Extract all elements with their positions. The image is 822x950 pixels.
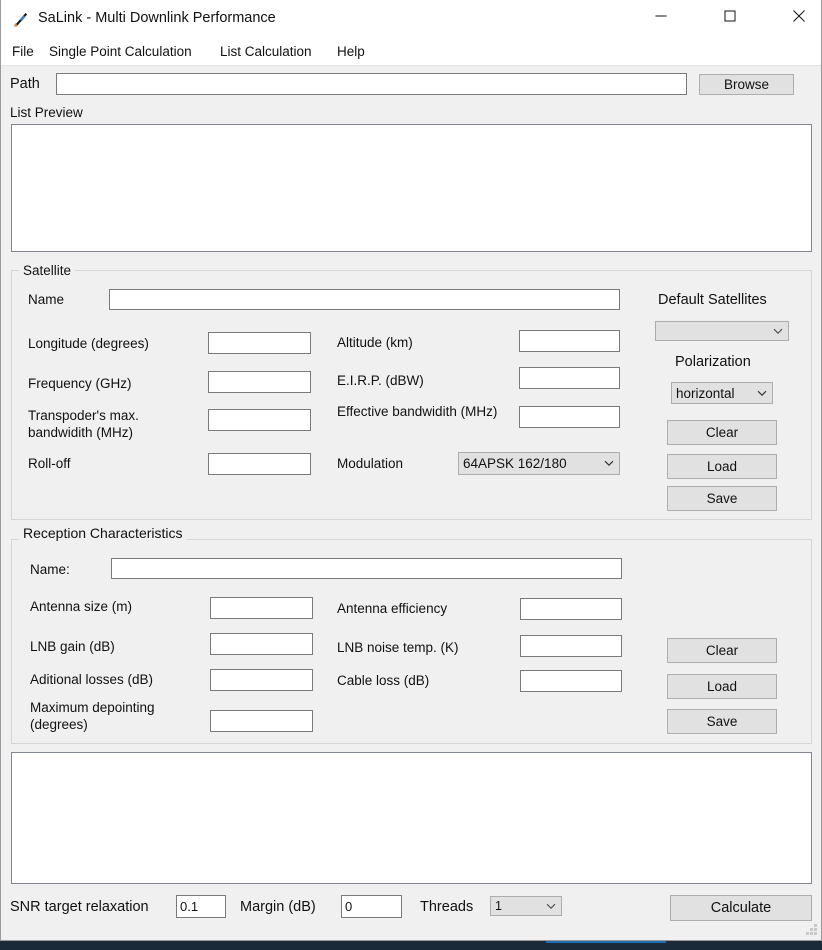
longitude-input[interactable] (208, 332, 311, 354)
satellite-save-button[interactable]: Save (667, 486, 777, 511)
close-button[interactable] (776, 0, 822, 31)
taskbar-active-indicator (546, 941, 666, 943)
transponder-bandwidth-input[interactable] (208, 409, 311, 431)
max-depointing-label: Maximum depointing (degrees) (30, 700, 155, 732)
effective-bandwidth-label: Effective bandwidith (MHz) (337, 404, 498, 419)
modulation-label: Modulation (337, 456, 404, 471)
lnb-noise-temp-label: LNB noise temp. (K) (337, 640, 459, 655)
transponder-bandwidth-label: Transpoder's max. bandwidith (MHz) (28, 408, 139, 440)
resize-grip[interactable] (805, 924, 818, 937)
altitude-label: Altitude (km) (337, 335, 413, 350)
reception-clear-button[interactable]: Clear (667, 638, 777, 663)
roll-off-input[interactable] (208, 453, 311, 475)
window-title: SaLink - Multi Downlink Performance (38, 10, 276, 26)
lnb-gain-label: LNB gain (dB) (30, 639, 115, 654)
reception-load-button[interactable]: Load (667, 674, 777, 699)
browse-button[interactable]: Browse (699, 74, 794, 95)
reception-save-button[interactable]: Save (667, 709, 777, 734)
threads-label: Threads (420, 899, 474, 915)
antenna-efficiency-input[interactable] (520, 598, 622, 620)
antenna-size-label: Antenna size (m) (30, 599, 133, 614)
reception-name-input[interactable] (111, 558, 622, 579)
eirp-input[interactable] (519, 367, 620, 389)
threads-value: 1 (495, 899, 502, 913)
menu-item-list-calc[interactable]: List Calculation (216, 42, 316, 61)
margin-input[interactable] (341, 895, 402, 918)
longitude-label: Longitude (degrees) (28, 336, 149, 351)
maximize-icon (724, 10, 736, 21)
salink-application-window: SaLink - Multi Downlink Performance File… (0, 0, 822, 950)
path-label: Path (10, 76, 40, 92)
snr-target-relaxation-input[interactable] (176, 895, 226, 918)
additional-losses-label: Aditional losses (dB) (30, 672, 154, 687)
satellite-name-label: Name (28, 292, 65, 307)
minimize-button[interactable] (638, 0, 684, 31)
satellite-icon (11, 9, 31, 29)
chevron-down-icon (752, 390, 772, 397)
roll-off-label: Roll-off (28, 456, 71, 471)
maximize-button[interactable] (707, 0, 753, 31)
snr-target-relaxation-label: SNR target relaxation (10, 899, 149, 915)
reception-group-title: Reception Characteristics (19, 525, 187, 541)
threads-select[interactable]: 1 (490, 896, 562, 916)
effective-bandwidth-input[interactable] (519, 406, 620, 428)
default-satellites-select[interactable] (655, 321, 789, 341)
lnb-gain-input[interactable] (210, 633, 313, 655)
margin-label: Margin (dB) (240, 899, 316, 915)
default-satellites-label: Default Satellites (658, 292, 767, 308)
frequency-input[interactable] (208, 371, 311, 393)
max-depointing-input[interactable] (210, 710, 313, 732)
cable-loss-label: Cable loss (dB) (337, 673, 430, 688)
satellite-clear-button[interactable]: Clear (667, 420, 777, 445)
reception-name-label: Name: (30, 562, 70, 577)
cable-loss-input[interactable] (520, 670, 622, 692)
modulation-select[interactable]: 64APSK 162/180 (458, 452, 620, 475)
antenna-size-input[interactable] (210, 597, 313, 619)
satellite-name-input[interactable] (109, 289, 620, 310)
taskbar-strip (0, 941, 822, 950)
list-preview-area[interactable] (11, 124, 812, 252)
polarization-value: horizontal (676, 385, 735, 401)
results-output-area[interactable] (11, 752, 812, 884)
additional-losses-input[interactable] (210, 669, 313, 691)
lnb-noise-temp-input[interactable] (520, 635, 622, 657)
list-preview-label: List Preview (10, 105, 83, 120)
frequency-label: Frequency (GHz) (28, 376, 132, 391)
modulation-value: 64APSK 162/180 (463, 456, 567, 471)
polarization-select[interactable]: horizontal (671, 382, 773, 404)
calculate-button[interactable]: Calculate (670, 895, 812, 921)
minimize-icon (655, 15, 667, 16)
menu-item-help[interactable]: Help (333, 42, 369, 61)
title-bar: SaLink - Multi Downlink Performance (0, 0, 822, 39)
path-input[interactable] (56, 73, 687, 95)
antenna-efficiency-label: Antenna efficiency (337, 601, 448, 616)
menu-bar: File Single Point Calculation List Calcu… (0, 38, 822, 66)
chevron-down-icon (599, 460, 619, 467)
eirp-label: E.I.R.P. (dBW) (337, 373, 424, 388)
satellite-load-button[interactable]: Load (667, 454, 777, 479)
polarization-label: Polarization (675, 354, 751, 370)
chevron-down-icon (768, 328, 788, 335)
menu-item-file[interactable]: File (8, 42, 38, 61)
satellite-group-title: Satellite (19, 263, 76, 278)
close-icon (793, 9, 805, 22)
menu-item-single-point[interactable]: Single Point Calculation (45, 42, 196, 61)
chevron-down-icon (541, 903, 561, 910)
altitude-input[interactable] (519, 330, 620, 352)
